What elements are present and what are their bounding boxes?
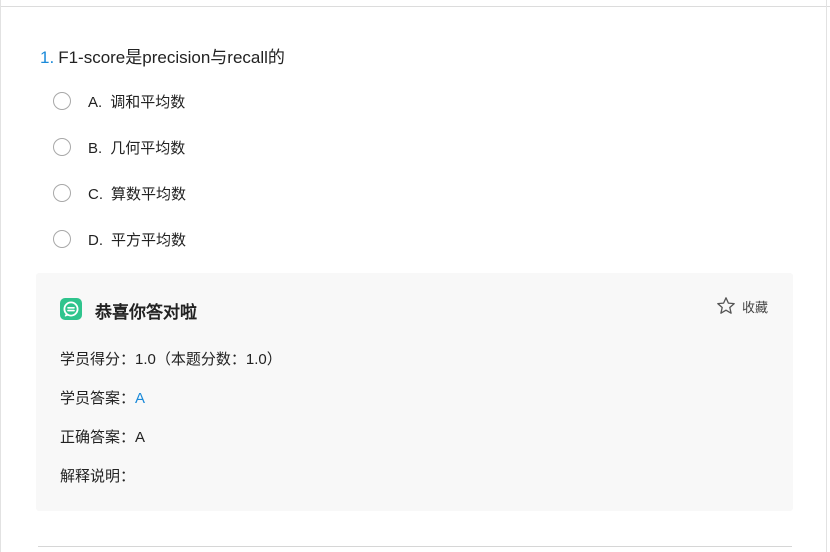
explanation-line: 解释说明： [60, 465, 135, 486]
result-title: 恭喜你答对啦 [95, 303, 197, 322]
student-answer-label: 学员答案： [60, 390, 136, 407]
radio-b[interactable] [53, 138, 71, 156]
result-panel: 恭喜你答对啦 收藏 学员得分：1.0（本题分数：1.0） 学员答案：A 正确答案… [36, 273, 793, 511]
option-a-label: A. 调和平均数 [88, 93, 186, 111]
student-answer-line: 学员答案：A [60, 387, 145, 408]
option-d[interactable]: D. 平方平均数 [53, 229, 186, 249]
option-b-label: B. 几何平均数 [88, 139, 186, 157]
option-d-label: D. 平方平均数 [88, 231, 187, 249]
correct-answer-label: 正确答案： [60, 429, 136, 446]
top-border [0, 6, 830, 7]
option-c-label: C. 算数平均数 [88, 185, 187, 203]
left-border [0, 0, 1, 552]
option-b[interactable]: B. 几何平均数 [53, 137, 185, 157]
score-value: 1.0（本题分数：1.0） [135, 351, 282, 368]
collect-button[interactable]: 收藏 [716, 296, 768, 316]
correct-answer-value: A [135, 429, 146, 446]
score-line: 学员得分：1.0（本题分数：1.0） [60, 348, 282, 369]
radio-c[interactable] [53, 184, 71, 202]
question-title: 1. F1-score是precision与recall的 [40, 43, 285, 68]
explanation-label: 解释说明： [60, 468, 136, 485]
radio-d[interactable] [53, 230, 71, 248]
question-text: F1-score是precision与recall的 [58, 48, 285, 67]
exam-page: 1. F1-score是precision与recall的 A. 调和平均数 B. 几… [0, 0, 830, 552]
radio-a[interactable] [53, 92, 71, 110]
divider [38, 546, 792, 547]
right-border [826, 0, 827, 552]
collect-label: 收藏 [742, 299, 769, 315]
chat-bubble-icon [60, 298, 82, 320]
question-number: 1. [40, 48, 55, 67]
score-label: 学员得分： [60, 351, 136, 368]
option-c[interactable]: C. 算数平均数 [53, 183, 186, 203]
correct-answer-line: 正确答案：A [60, 426, 145, 447]
option-a[interactable]: A. 调和平均数 [53, 91, 185, 111]
star-icon [716, 296, 736, 316]
student-answer-value: A [135, 390, 146, 407]
